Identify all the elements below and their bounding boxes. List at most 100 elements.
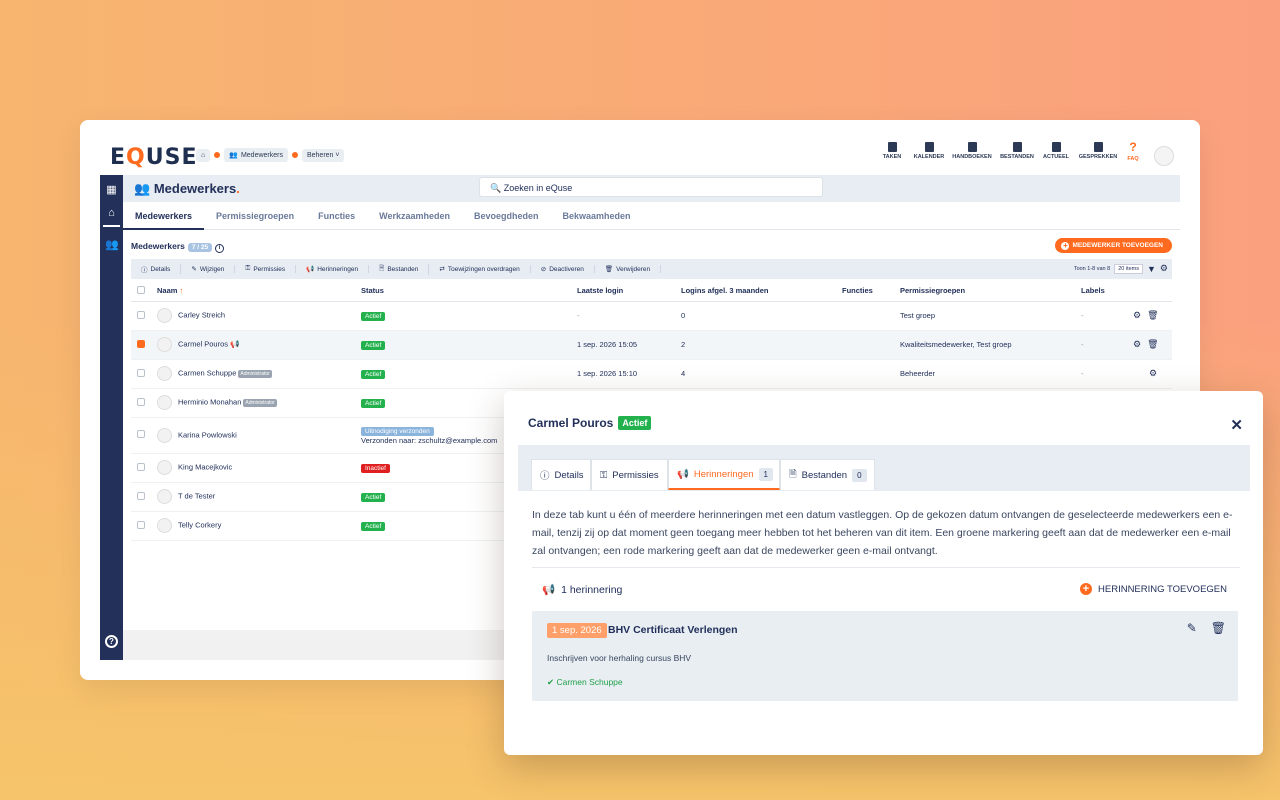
book-icon — [967, 142, 977, 152]
gear-icon[interactable]: ⚙ — [1133, 339, 1141, 349]
nav-kalender[interactable]: KALENDER — [910, 142, 948, 162]
status-note: Verzonden naar: zschultz@example.com — [361, 435, 498, 445]
toolbar-toewijzingen[interactable]: ⇄ Toewijzingen overdragen — [429, 265, 531, 273]
modal-tab-details[interactable]: ⓘ Details — [531, 459, 591, 490]
nav-actueel[interactable]: ACTUEEL — [1038, 142, 1074, 162]
row-checkbox[interactable] — [137, 520, 145, 529]
nav-taken[interactable]: TAKEN — [874, 142, 910, 162]
page-size-select[interactable]: 20 items — [1114, 263, 1143, 274]
home-crumb[interactable]: ⌂ — [196, 148, 211, 162]
trash-icon[interactable]: 🗑 — [1147, 339, 1158, 349]
crumb-medewerkers[interactable]: 👥 Medewerkers — [224, 148, 288, 162]
reminder-recipient: ✔ Carmen Schuppe — [547, 677, 623, 687]
breadcrumb-separator — [214, 152, 221, 158]
toolbar-permissies[interactable]: ⚿ Permissies — [235, 265, 297, 273]
breadcrumb-separator — [291, 152, 298, 158]
pencil-icon: ✎ — [191, 266, 197, 273]
trash-icon[interactable]: 🗑 — [1211, 621, 1226, 635]
chat-icon — [1093, 142, 1103, 152]
home-icon[interactable]: ⌂ — [105, 207, 118, 220]
search-input[interactable]: 🔍 Zoeken in eQuse — [479, 177, 823, 197]
tab-medewerkers[interactable]: Medewerkers — [123, 202, 205, 230]
select-all-checkbox[interactable] — [137, 285, 145, 294]
apps-grid-icon[interactable]: ▦ — [105, 184, 118, 197]
help-icon[interactable]: ? — [105, 635, 118, 648]
trash-icon[interactable]: 🗑 — [1147, 310, 1158, 320]
avatar — [157, 337, 172, 352]
row-checkbox[interactable] — [137, 368, 145, 377]
filter-icon[interactable]: ▼ — [1147, 264, 1156, 274]
pencil-icon[interactable]: ✎ — [1187, 621, 1197, 635]
news-icon — [1051, 142, 1061, 152]
table-row[interactable]: Carmen Schuppe Administrator Actief 1 sep… — [131, 359, 1172, 389]
toolbar-details[interactable]: ⓘ Details — [131, 264, 182, 274]
tab-bar: Medewerkers Permissiegroepen Functies We… — [123, 202, 1180, 230]
tab-werkzaamheden[interactable]: Werkzaamheden — [367, 202, 462, 230]
tab-bekwaamheden[interactable]: Bekwaamheden — [551, 202, 643, 230]
sidebar-divider — [103, 225, 120, 227]
tab-count-badge: 1 — [758, 467, 773, 481]
info-icon[interactable]: i — [215, 244, 225, 253]
gear-icon[interactable]: ⚙ — [1149, 368, 1157, 378]
employee-modal: Carmel Pouros Actief ✕ ⓘ Details ⚿ Permissi… — [504, 391, 1263, 755]
avatar — [157, 308, 172, 323]
add-employee-button[interactable]: + MEDEWERKER TOEVOEGEN — [1055, 238, 1172, 253]
info-icon: ⓘ — [141, 267, 148, 274]
divider — [532, 567, 1240, 568]
toolbar-herinneringen[interactable]: 📢 Herinneringen — [296, 265, 370, 273]
toolbar-verwijderen[interactable]: 🗑 Verwijderen — [595, 265, 662, 273]
users-icon[interactable]: 👥 — [105, 239, 119, 252]
crumb-beheren-dropdown[interactable]: Beheren ˅ — [301, 148, 345, 162]
gear-icon[interactable]: ⚙ — [1133, 310, 1141, 320]
add-reminder-button[interactable]: + HERINNERING TOEVOEGEN — [1080, 583, 1227, 595]
close-icon[interactable]: ✕ — [1230, 416, 1243, 434]
status-badge: Actief — [361, 521, 386, 531]
col-status[interactable]: Status — [361, 281, 577, 302]
col-functies[interactable]: Functies — [842, 281, 900, 302]
top-bar: EQUSE ⌂ 👥 Medewerkers Beheren ˅ TAKEN KAL… — [80, 120, 1200, 172]
status-badge: Actief — [618, 416, 652, 430]
row-checkbox[interactable] — [137, 339, 145, 348]
col-laatste-login[interactable]: Laatste login — [577, 281, 681, 302]
reminder-card: 1 sep. 2026 BHV Certificaat Verlengen In… — [532, 611, 1238, 701]
page-title: 👥 Medewerkers. — [134, 181, 240, 196]
key-icon: ⚿ — [600, 469, 608, 481]
avatar — [157, 427, 172, 443]
reminder-title: BHV Certificaat Verlengen — [608, 624, 738, 636]
modal-tab-bestanden[interactable]: 🗎 Bestanden 0 — [780, 459, 875, 490]
users-icon: 👥 — [229, 152, 238, 159]
logo[interactable]: EQUSE — [110, 145, 197, 170]
modal-tab-herinneringen[interactable]: 📢 Herinneringen 1 — [668, 459, 780, 490]
home-icon: ⌂ — [201, 151, 206, 159]
table-row[interactable]: Carley Streich Actief - 0 Test groep - ⚙… — [131, 301, 1172, 331]
reminder-actions: ✎ 🗑 — [1187, 621, 1226, 635]
col-permissiegroepen[interactable]: Permissiegroepen — [900, 281, 1081, 302]
modal-tab-permissies[interactable]: ⚿ Permissies — [591, 459, 668, 490]
tab-bevoegdheden[interactable]: Bevoegdheden — [462, 202, 551, 230]
nav-bestanden[interactable]: BESTANDEN — [996, 142, 1038, 162]
row-checkbox[interactable] — [137, 430, 145, 438]
status-badge: Uitnodiging verzonden — [361, 426, 434, 436]
top-nav: TAKEN KALENDER HANDBOEKEN BESTANDEN ACTU… — [874, 141, 1144, 162]
col-labels[interactable]: Labels — [1081, 281, 1127, 302]
archive-icon — [1012, 142, 1022, 152]
col-naam[interactable]: Naam ↑ — [157, 281, 361, 302]
role-tag: Administrator — [243, 399, 277, 408]
modal-tab-bar: ⓘ Details ⚿ Permissies 📢 Herinneringen 1 🗎 Be… — [518, 445, 1250, 491]
toolbar-wijzigen[interactable]: ✎ Wijzigen — [181, 265, 236, 273]
user-avatar[interactable] — [1154, 146, 1174, 166]
row-checkbox[interactable] — [137, 397, 145, 406]
table-row[interactable]: Carmel Pouros 📢 Actief 1 sep. 2026 15:05… — [131, 330, 1172, 360]
tab-permissiegroepen[interactable]: Permissiegroepen — [204, 202, 306, 230]
gear-icon[interactable]: ⚙ — [1160, 263, 1168, 274]
nav-gesprekken[interactable]: GESPREKKEN — [1074, 142, 1122, 162]
row-checkbox[interactable] — [137, 491, 145, 500]
row-checkbox[interactable] — [137, 310, 145, 319]
col-logins[interactable]: Logins afgel. 3 maanden — [681, 281, 842, 302]
nav-faq[interactable]: ? FAQ — [1122, 141, 1144, 162]
tab-functies[interactable]: Functies — [306, 202, 367, 230]
toolbar-deactiveren[interactable]: ⊘ Deactiveren — [531, 265, 595, 273]
row-checkbox[interactable] — [137, 462, 145, 471]
toolbar-bestanden[interactable]: 🗎 Bestanden — [369, 263, 430, 275]
nav-handboeken[interactable]: HANDBOEKEN — [948, 142, 996, 162]
